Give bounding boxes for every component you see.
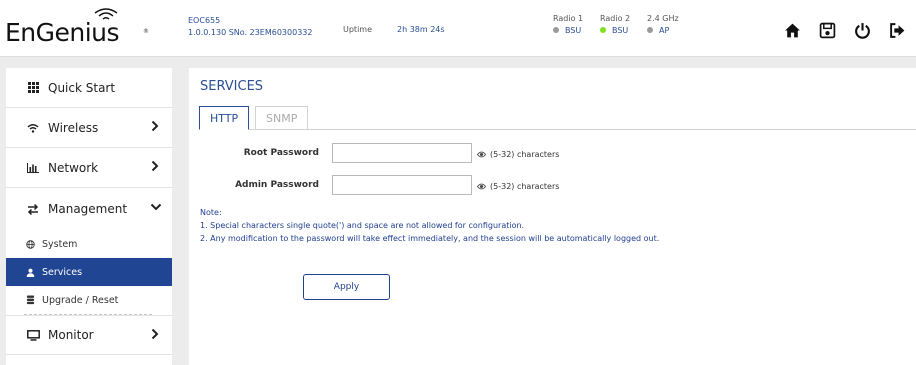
root-password-label: Root Password xyxy=(243,148,319,158)
radio-24ghz-status: 2.4 GHz AP xyxy=(647,14,679,35)
grid-icon xyxy=(26,82,40,93)
sidebar-item-label: Quick Start xyxy=(48,80,116,95)
chevron-down-icon xyxy=(150,203,162,211)
note-line: 1. Special characters single quote(') an… xyxy=(200,221,525,230)
sidebar-item-management[interactable]: Management xyxy=(6,188,172,230)
bar-chart-icon xyxy=(26,162,40,173)
user-icon xyxy=(25,268,35,277)
eye-icon[interactable] xyxy=(477,182,486,191)
radio-mode: BSU xyxy=(565,26,582,35)
radio-mode: AP xyxy=(659,26,670,35)
sidebar-item-label: Monitor xyxy=(48,328,94,342)
home-icon[interactable] xyxy=(784,22,801,39)
sidebar-item-label: Network xyxy=(48,160,99,175)
sidebar-item-quick-start[interactable]: Quick Start xyxy=(6,68,172,108)
tab-snmp[interactable]: SNMP xyxy=(255,106,309,130)
engenius-logo: EnGenius ® xyxy=(5,6,150,52)
note-line: 2. Any modification to the password will… xyxy=(200,234,660,243)
save-icon[interactable] xyxy=(819,22,836,39)
radio-name: Radio 2 xyxy=(600,14,631,23)
device-model: EOC655 xyxy=(188,16,221,25)
chevron-right-icon xyxy=(151,160,159,172)
sidebar-subitem-upgrade-reset[interactable]: Upgrade / Reset xyxy=(6,286,172,314)
admin-password-label: Admin Password xyxy=(235,180,319,190)
globe-icon xyxy=(25,239,35,249)
chevron-right-icon xyxy=(151,120,159,132)
root-password-hint: (5-32) characters xyxy=(490,150,560,159)
monitor-icon xyxy=(26,329,40,341)
admin-password-input[interactable] xyxy=(332,175,472,195)
chevron-right-icon xyxy=(151,328,159,340)
device-firmware-serial: 1.0.0.130 SNo. 23EM60300332 xyxy=(188,28,313,37)
sidebar-item-label: Management xyxy=(48,202,128,216)
sidebar-subitem-services[interactable]: Services xyxy=(6,258,172,286)
radio-name: 2.4 GHz xyxy=(647,14,679,23)
radio-1-status: Radio 1 BSU xyxy=(553,14,583,35)
uptime-label: Uptime xyxy=(343,25,373,34)
tab-divider xyxy=(199,129,916,130)
page-title: SERVICES xyxy=(200,79,264,94)
status-dot xyxy=(600,27,606,33)
top-header: EnGenius ® EOC655 1.0.0.130 SNo. 23EM603… xyxy=(0,0,916,57)
sidebar-item-label: Wireless xyxy=(48,120,99,135)
status-dot xyxy=(553,27,559,33)
sidebar-subitem-label: Services xyxy=(42,266,83,278)
sidebar-item-monitor[interactable]: Monitor xyxy=(6,315,172,355)
arrows-icon xyxy=(26,203,40,215)
admin-password-hint: (5-32) characters xyxy=(490,182,560,191)
database-icon xyxy=(25,295,35,305)
logout-icon[interactable] xyxy=(889,22,906,39)
sidebar-subitem-system[interactable]: System xyxy=(6,230,172,258)
radio-name: Radio 1 xyxy=(553,14,584,23)
sidebar-item-network[interactable]: Network xyxy=(6,148,172,188)
apply-button[interactable]: Apply xyxy=(303,274,390,300)
sidebar-subitem-label: System xyxy=(42,238,78,250)
radio-mode: BSU xyxy=(612,26,629,35)
power-icon[interactable] xyxy=(854,22,871,39)
logo-text: EnGenius xyxy=(5,18,120,47)
sidebar-subitem-label: Upgrade / Reset xyxy=(42,294,119,306)
uptime-value: 2h 38m 24s xyxy=(397,25,445,34)
note-title: Note: xyxy=(200,208,222,217)
status-dot xyxy=(647,27,653,33)
sidebar-item-wireless[interactable]: Wireless xyxy=(6,108,172,148)
wifi-icon xyxy=(26,123,40,133)
tab-http[interactable]: HTTP xyxy=(199,106,250,130)
sidebar-nav: Quick Start Wireless Network Management … xyxy=(6,68,172,365)
eye-icon[interactable] xyxy=(477,150,486,159)
root-password-input[interactable] xyxy=(332,143,472,163)
main-panel: SERVICES HTTP SNMP Root Password (5-32) … xyxy=(189,68,916,365)
registered-mark: ® xyxy=(143,28,149,35)
radio-2-status: Radio 2 BSU xyxy=(600,14,630,35)
